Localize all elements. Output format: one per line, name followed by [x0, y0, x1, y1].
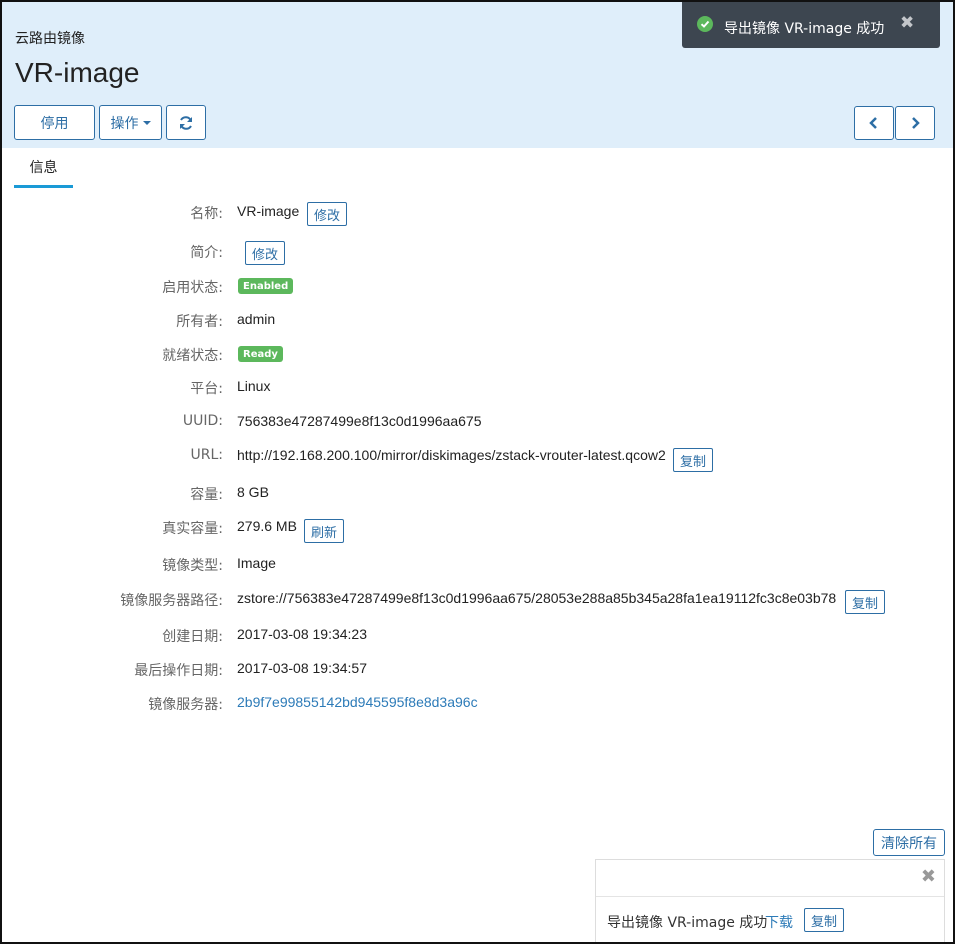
toast-message: 导出镜像 VR-image 成功	[724, 21, 885, 37]
field-label: 就绪状态:	[162, 348, 223, 364]
field-label: 所有者:	[176, 314, 223, 330]
toast-close-icon[interactable]: ✖	[900, 13, 914, 33]
field-description: 简介: 修改	[2, 239, 953, 265]
field-value: VR-image	[237, 203, 300, 219]
download-link[interactable]: 下载	[765, 912, 793, 932]
caret-down-icon	[142, 120, 151, 125]
field-value: zstore://756383e47287499e8f13c0d1996aa67…	[237, 590, 837, 606]
backup-storage-link[interactable]: 2b9f7e99855142bd945595f8e8d3a96c	[237, 694, 478, 710]
copy-url-button[interactable]: 复制	[673, 448, 714, 472]
notification-panel: ✖ 导出镜像 VR-image 成功 下载 复制	[595, 859, 945, 942]
field-owner: 所有者: admin	[2, 308, 953, 332]
field-value: http://192.168.200.100/mirror/diskimages…	[237, 447, 666, 463]
field-last-op: 最后操作日期: 2017-03-08 19:34:57	[2, 657, 953, 681]
success-toast: 导出镜像 VR-image 成功 ✖	[682, 2, 940, 48]
field-image-type: 镜像类型: Image	[2, 552, 953, 576]
field-url: URL: http://192.168.200.100/mirror/diski…	[2, 444, 953, 472]
tab-info[interactable]: 信息	[14, 152, 73, 188]
refresh-size-button[interactable]: 刷新	[304, 519, 345, 543]
notification-text: 导出镜像 VR-image 成功	[607, 915, 768, 931]
field-label: URL:	[190, 447, 224, 463]
page-title: VR-image	[15, 57, 140, 88]
field-backup-storage: 镜像服务器: 2b9f7e99855142bd945595f8e8d3a96c	[2, 691, 953, 715]
divider	[596, 896, 944, 897]
next-button[interactable]	[895, 106, 935, 140]
field-value: admin	[237, 311, 276, 327]
field-size: 容量: 8 GB	[2, 481, 953, 505]
field-label: 启用状态:	[162, 280, 223, 296]
field-platform: 平台: Linux	[2, 375, 953, 399]
field-install-path: 镜像服务器路径: zstore://756383e47287499e8f13c0…	[2, 587, 953, 614]
clear-all-button[interactable]: 清除所有	[873, 829, 945, 856]
field-label: 简介:	[190, 245, 223, 261]
breadcrumb[interactable]: 云路由镜像	[15, 28, 85, 48]
disable-button[interactable]: 停用	[14, 105, 95, 140]
check-circle-icon	[697, 16, 713, 32]
field-created: 创建日期: 2017-03-08 19:34:23	[2, 623, 953, 647]
detail-window: 云路由镜像 VR-image 停用 操作 导出镜像 VR-image 成功 ✖ …	[0, 0, 955, 944]
operations-dropdown[interactable]: 操作	[99, 105, 162, 140]
field-value: 8 GB	[237, 484, 269, 500]
field-value: 279.6 MB	[237, 518, 297, 534]
field-value: Linux	[237, 378, 271, 394]
refresh-button[interactable]	[166, 105, 206, 140]
header: 云路由镜像 VR-image 停用 操作 导出镜像 VR-image 成功 ✖	[2, 2, 953, 148]
field-value: 2017-03-08 19:34:57	[237, 660, 367, 676]
field-uuid: UUID: 756383e47287499e8f13c0d1996aa675	[2, 410, 953, 434]
field-label: 镜像服务器路径:	[120, 593, 223, 609]
field-label: 容量:	[190, 487, 223, 503]
field-value: 2017-03-08 19:34:23	[237, 626, 367, 642]
previous-button[interactable]	[854, 106, 894, 140]
field-label: 镜像类型:	[162, 558, 223, 574]
field-label: 创建日期:	[162, 629, 223, 645]
field-name: 名称: VR-image 修改	[2, 200, 953, 226]
edit-name-button[interactable]: 修改	[307, 202, 348, 226]
field-enable-state: 启用状态: Enabled	[2, 274, 953, 298]
field-ready-state: 就绪状态: Ready	[2, 342, 953, 366]
operations-label: 操作	[110, 115, 139, 132]
field-label: 最后操作日期:	[134, 663, 223, 679]
chevron-right-icon	[912, 117, 920, 129]
field-label: 平台:	[190, 381, 223, 397]
field-label: UUID:	[182, 413, 223, 429]
chevron-left-icon	[869, 117, 877, 129]
field-label: 真实容量:	[162, 521, 223, 537]
status-badge: Ready	[238, 346, 283, 362]
field-value: 756383e47287499e8f13c0d1996aa675	[237, 413, 482, 429]
edit-description-button[interactable]: 修改	[245, 241, 286, 265]
field-label: 名称:	[190, 206, 223, 222]
refresh-icon	[180, 115, 192, 130]
field-actual-size: 真实容量: 279.6 MB 刷新	[2, 515, 953, 543]
notification-close-icon[interactable]: ✖	[921, 866, 936, 887]
copy-notification-button[interactable]: 复制	[804, 908, 845, 932]
field-value: Image	[237, 555, 276, 571]
copy-path-button[interactable]: 复制	[845, 590, 886, 614]
status-badge: Enabled	[238, 278, 294, 294]
field-label: 镜像服务器:	[148, 697, 223, 713]
